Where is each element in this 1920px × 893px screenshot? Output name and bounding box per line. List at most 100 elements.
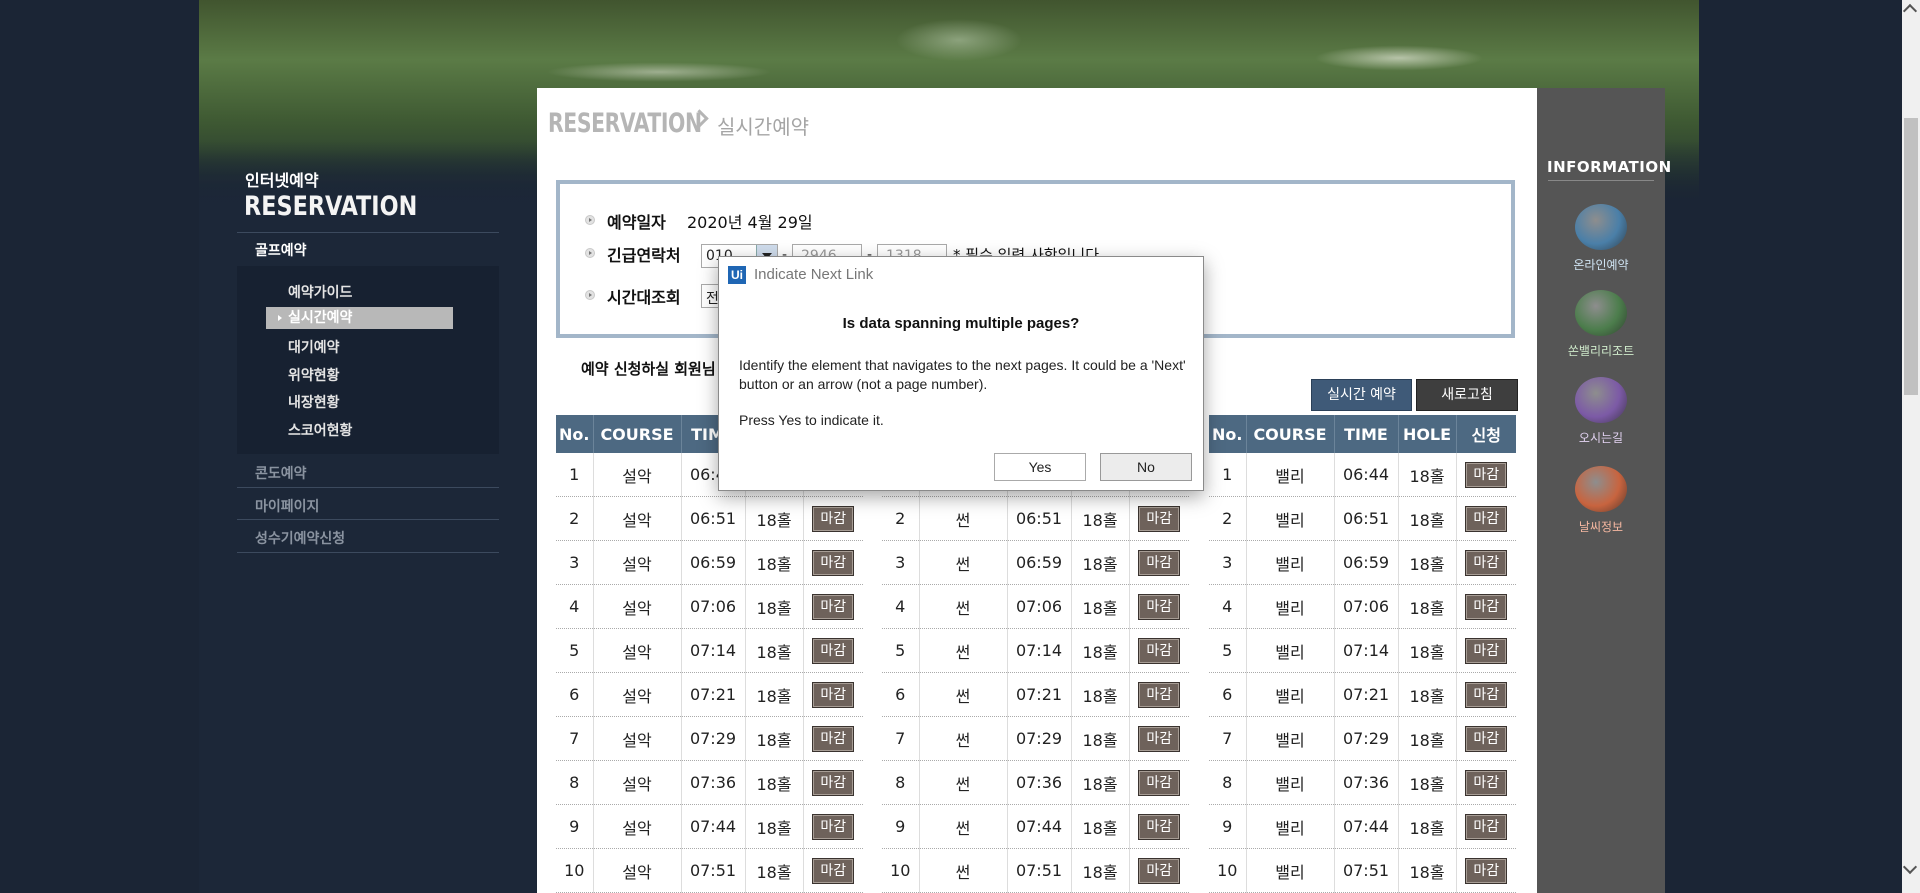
time-cell: 07:21 (1334, 672, 1399, 717)
nav-subtitle: 인터넷예약 (245, 171, 319, 190)
time-cell: 07:21 (681, 672, 746, 717)
hole-cell: 18홀 (1071, 716, 1130, 761)
closed-badge[interactable]: 마감 (812, 637, 855, 664)
row-number: 2 (556, 496, 594, 541)
course-cell: 설악 (593, 453, 682, 497)
time-cell: 07:36 (681, 760, 746, 805)
closed-badge[interactable]: 마감 (1138, 549, 1181, 576)
closed-badge[interactable]: 마감 (1138, 593, 1181, 620)
closed-badge[interactable]: 마감 (812, 593, 855, 620)
closed-badge[interactable]: 마감 (1138, 637, 1181, 664)
row-number: 3 (882, 540, 920, 585)
info-item-resort[interactable]: 쏜밸리리조트 (1547, 290, 1655, 359)
closed-badge[interactable]: 마감 (1465, 549, 1508, 576)
hole-cell: 18홀 (1398, 628, 1457, 673)
status-cell: 마감 (1129, 540, 1189, 585)
time-cell: 07:21 (1007, 672, 1072, 717)
table-row: 9 설악 07:44 18홀 마감 (556, 804, 863, 849)
closed-badge[interactable]: 마감 (1465, 769, 1508, 796)
table-row: 8 썬 07:36 18홀 마감 (882, 760, 1189, 805)
nav-subitem-rounds[interactable]: 내장현황 (288, 392, 340, 412)
nav-item-mypage[interactable]: 마이페이지 (255, 496, 319, 516)
row-number: 6 (1209, 672, 1247, 717)
closed-badge[interactable]: 마감 (1465, 593, 1508, 620)
nav-item-peak-season[interactable]: 성수기예약신청 (255, 528, 345, 548)
closed-badge[interactable]: 마감 (1465, 681, 1508, 708)
hole-cell: 18홀 (1398, 453, 1457, 497)
closed-badge[interactable]: 마감 (1465, 461, 1508, 488)
status-cell: 마감 (1456, 496, 1516, 541)
row-number: 5 (556, 628, 594, 673)
status-cell: 마감 (803, 584, 863, 629)
course-cell: 썬 (919, 496, 1008, 541)
table-row: 8 밸리 07:36 18홀 마감 (1209, 760, 1516, 805)
closed-badge[interactable]: 마감 (1138, 769, 1181, 796)
course-cell: 설악 (593, 760, 682, 805)
hole-cell: 18홀 (745, 804, 804, 849)
hole-cell: 18홀 (745, 540, 804, 585)
breadcrumb-page: 실시간예약 (717, 115, 809, 139)
nav-subitem-guide[interactable]: 예약가이드 (288, 282, 352, 302)
row-number: 5 (1209, 628, 1247, 673)
refresh-button[interactable]: 새로고침 (1416, 379, 1518, 411)
closed-badge[interactable]: 마감 (1138, 813, 1181, 840)
table-row: 7 설악 07:29 18홀 마감 (556, 716, 863, 761)
nav-item-condo[interactable]: 콘도예약 (255, 463, 307, 483)
nav-subitem-scores[interactable]: 스코어현황 (288, 420, 352, 440)
closed-badge[interactable]: 마감 (812, 681, 855, 708)
status-cell: 마감 (1456, 453, 1516, 497)
closed-badge[interactable]: 마감 (812, 725, 855, 752)
bullet-icon (585, 215, 595, 225)
closed-badge[interactable]: 마감 (1138, 857, 1181, 884)
closed-badge[interactable]: 마감 (812, 505, 855, 532)
nav-item-golf-reservation[interactable]: 골프예약 (255, 240, 307, 260)
time-cell: 06:59 (1007, 540, 1072, 585)
status-cell: 마감 (1129, 716, 1189, 761)
nav-divider (237, 232, 499, 233)
time-cell: 06:51 (681, 496, 746, 541)
scrollbar-thumb[interactable] (1904, 118, 1918, 395)
closed-badge[interactable]: 마감 (812, 813, 855, 840)
resort-film-icon (1575, 290, 1627, 336)
nav-subitem-live-reservation[interactable]: 실시간예약 (266, 307, 453, 329)
table-row: 10 설악 07:51 18홀 마감 (556, 848, 863, 893)
row-number: 6 (556, 672, 594, 717)
course-cell: 설악 (593, 540, 682, 585)
status-cell: 마감 (803, 760, 863, 805)
closed-badge[interactable]: 마감 (1465, 857, 1508, 884)
time-cell: 07:36 (1334, 760, 1399, 805)
row-number: 3 (1209, 540, 1247, 585)
status-cell: 마감 (1456, 804, 1516, 849)
hole-cell: 18홀 (745, 760, 804, 805)
yes-button[interactable]: Yes (994, 453, 1086, 481)
closed-badge[interactable]: 마감 (1138, 681, 1181, 708)
course-cell: 설악 (593, 584, 682, 629)
closed-badge[interactable]: 마감 (1465, 813, 1508, 840)
info-item-weather[interactable]: 날씨정보 (1547, 466, 1655, 535)
live-reservation-button[interactable]: 실시간 예약 (1311, 379, 1412, 411)
course-cell: 설악 (593, 804, 682, 849)
course-cell: 밸리 (1246, 496, 1335, 541)
closed-badge[interactable]: 마감 (812, 769, 855, 796)
closed-badge[interactable]: 마감 (1465, 637, 1508, 664)
table-row: 4 밸리 07:06 18홀 마감 (1209, 584, 1516, 629)
closed-badge[interactable]: 마감 (1138, 505, 1181, 532)
nav-subitem-penalty[interactable]: 위약현황 (288, 365, 340, 385)
closed-badge[interactable]: 마감 (1465, 725, 1508, 752)
info-item-online[interactable]: 온라인예약 (1547, 204, 1655, 273)
table-row: 6 밸리 07:21 18홀 마감 (1209, 672, 1516, 717)
info-item-directions[interactable]: 오시는길 (1547, 377, 1655, 446)
nav-subitem-waiting[interactable]: 대기예약 (288, 337, 340, 357)
column-header: 신청 (1456, 415, 1516, 453)
time-cell: 07:29 (681, 716, 746, 761)
row-number: 4 (556, 584, 594, 629)
closed-badge[interactable]: 마감 (812, 549, 855, 576)
column-header: COURSE (593, 415, 682, 453)
time-cell: 07:14 (1334, 628, 1399, 673)
status-cell: 마감 (1456, 760, 1516, 805)
closed-badge[interactable]: 마감 (1465, 505, 1508, 532)
no-button[interactable]: No (1100, 453, 1192, 481)
closed-badge[interactable]: 마감 (1138, 725, 1181, 752)
row-number: 9 (882, 804, 920, 849)
closed-badge[interactable]: 마감 (812, 857, 855, 884)
